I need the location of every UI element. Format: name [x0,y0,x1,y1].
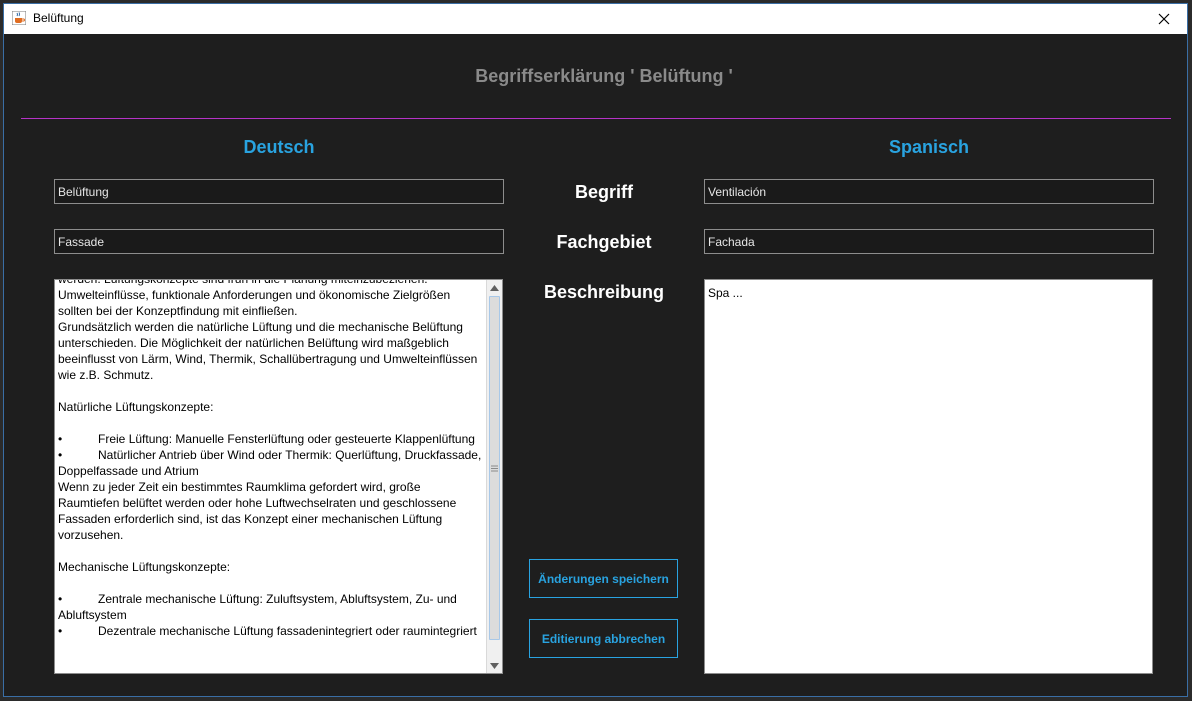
subject-label: Fachgebiet [556,232,652,252]
close-icon [1158,13,1170,25]
scroll-down-arrow[interactable] [487,658,502,673]
description-scrollbar[interactable] [486,280,502,673]
page-heading: Begriffserklärung ' Belüftung ' [475,66,733,86]
term-field-deutsch[interactable]: Belüftung [54,179,504,204]
description-text-spanisch: Spa ... [708,286,743,300]
title-bar[interactable]: Belüftung [4,4,1187,34]
term-label: Begriff [575,182,633,202]
chevron-down-icon [490,662,499,669]
grip-icon [491,465,498,472]
description-text-deutsch: werden. Lüftungskonzepte sind früh in di… [58,279,482,638]
cancel-edit-button[interactable]: Editierung abbrechen [529,619,678,658]
subject-field-spanisch[interactable]: Fachada [704,229,1154,254]
description-textarea-spanisch[interactable]: Spa ... [704,279,1153,674]
column-header-spanisch: Spanisch [888,137,970,157]
subject-field-deutsch[interactable]: Fassade [54,229,504,254]
scroll-up-arrow[interactable] [487,280,502,295]
save-changes-button[interactable]: Änderungen speichern [529,559,678,598]
close-button[interactable] [1141,4,1187,34]
chevron-up-icon [490,284,499,291]
description-label: Beschreibung [543,282,665,302]
heading-divider [21,118,1171,119]
term-field-spanisch[interactable]: Ventilación [704,179,1154,204]
scroll-thumb[interactable] [489,296,500,640]
description-textarea-deutsch[interactable]: werden. Lüftungskonzepte sind früh in di… [54,279,503,674]
java-cup-icon [12,11,26,25]
column-header-deutsch: Deutsch [243,137,315,157]
main-window: Belüftung Begriffserklärung ' Belüftung … [3,3,1188,697]
window-title: Belüftung [33,11,84,25]
